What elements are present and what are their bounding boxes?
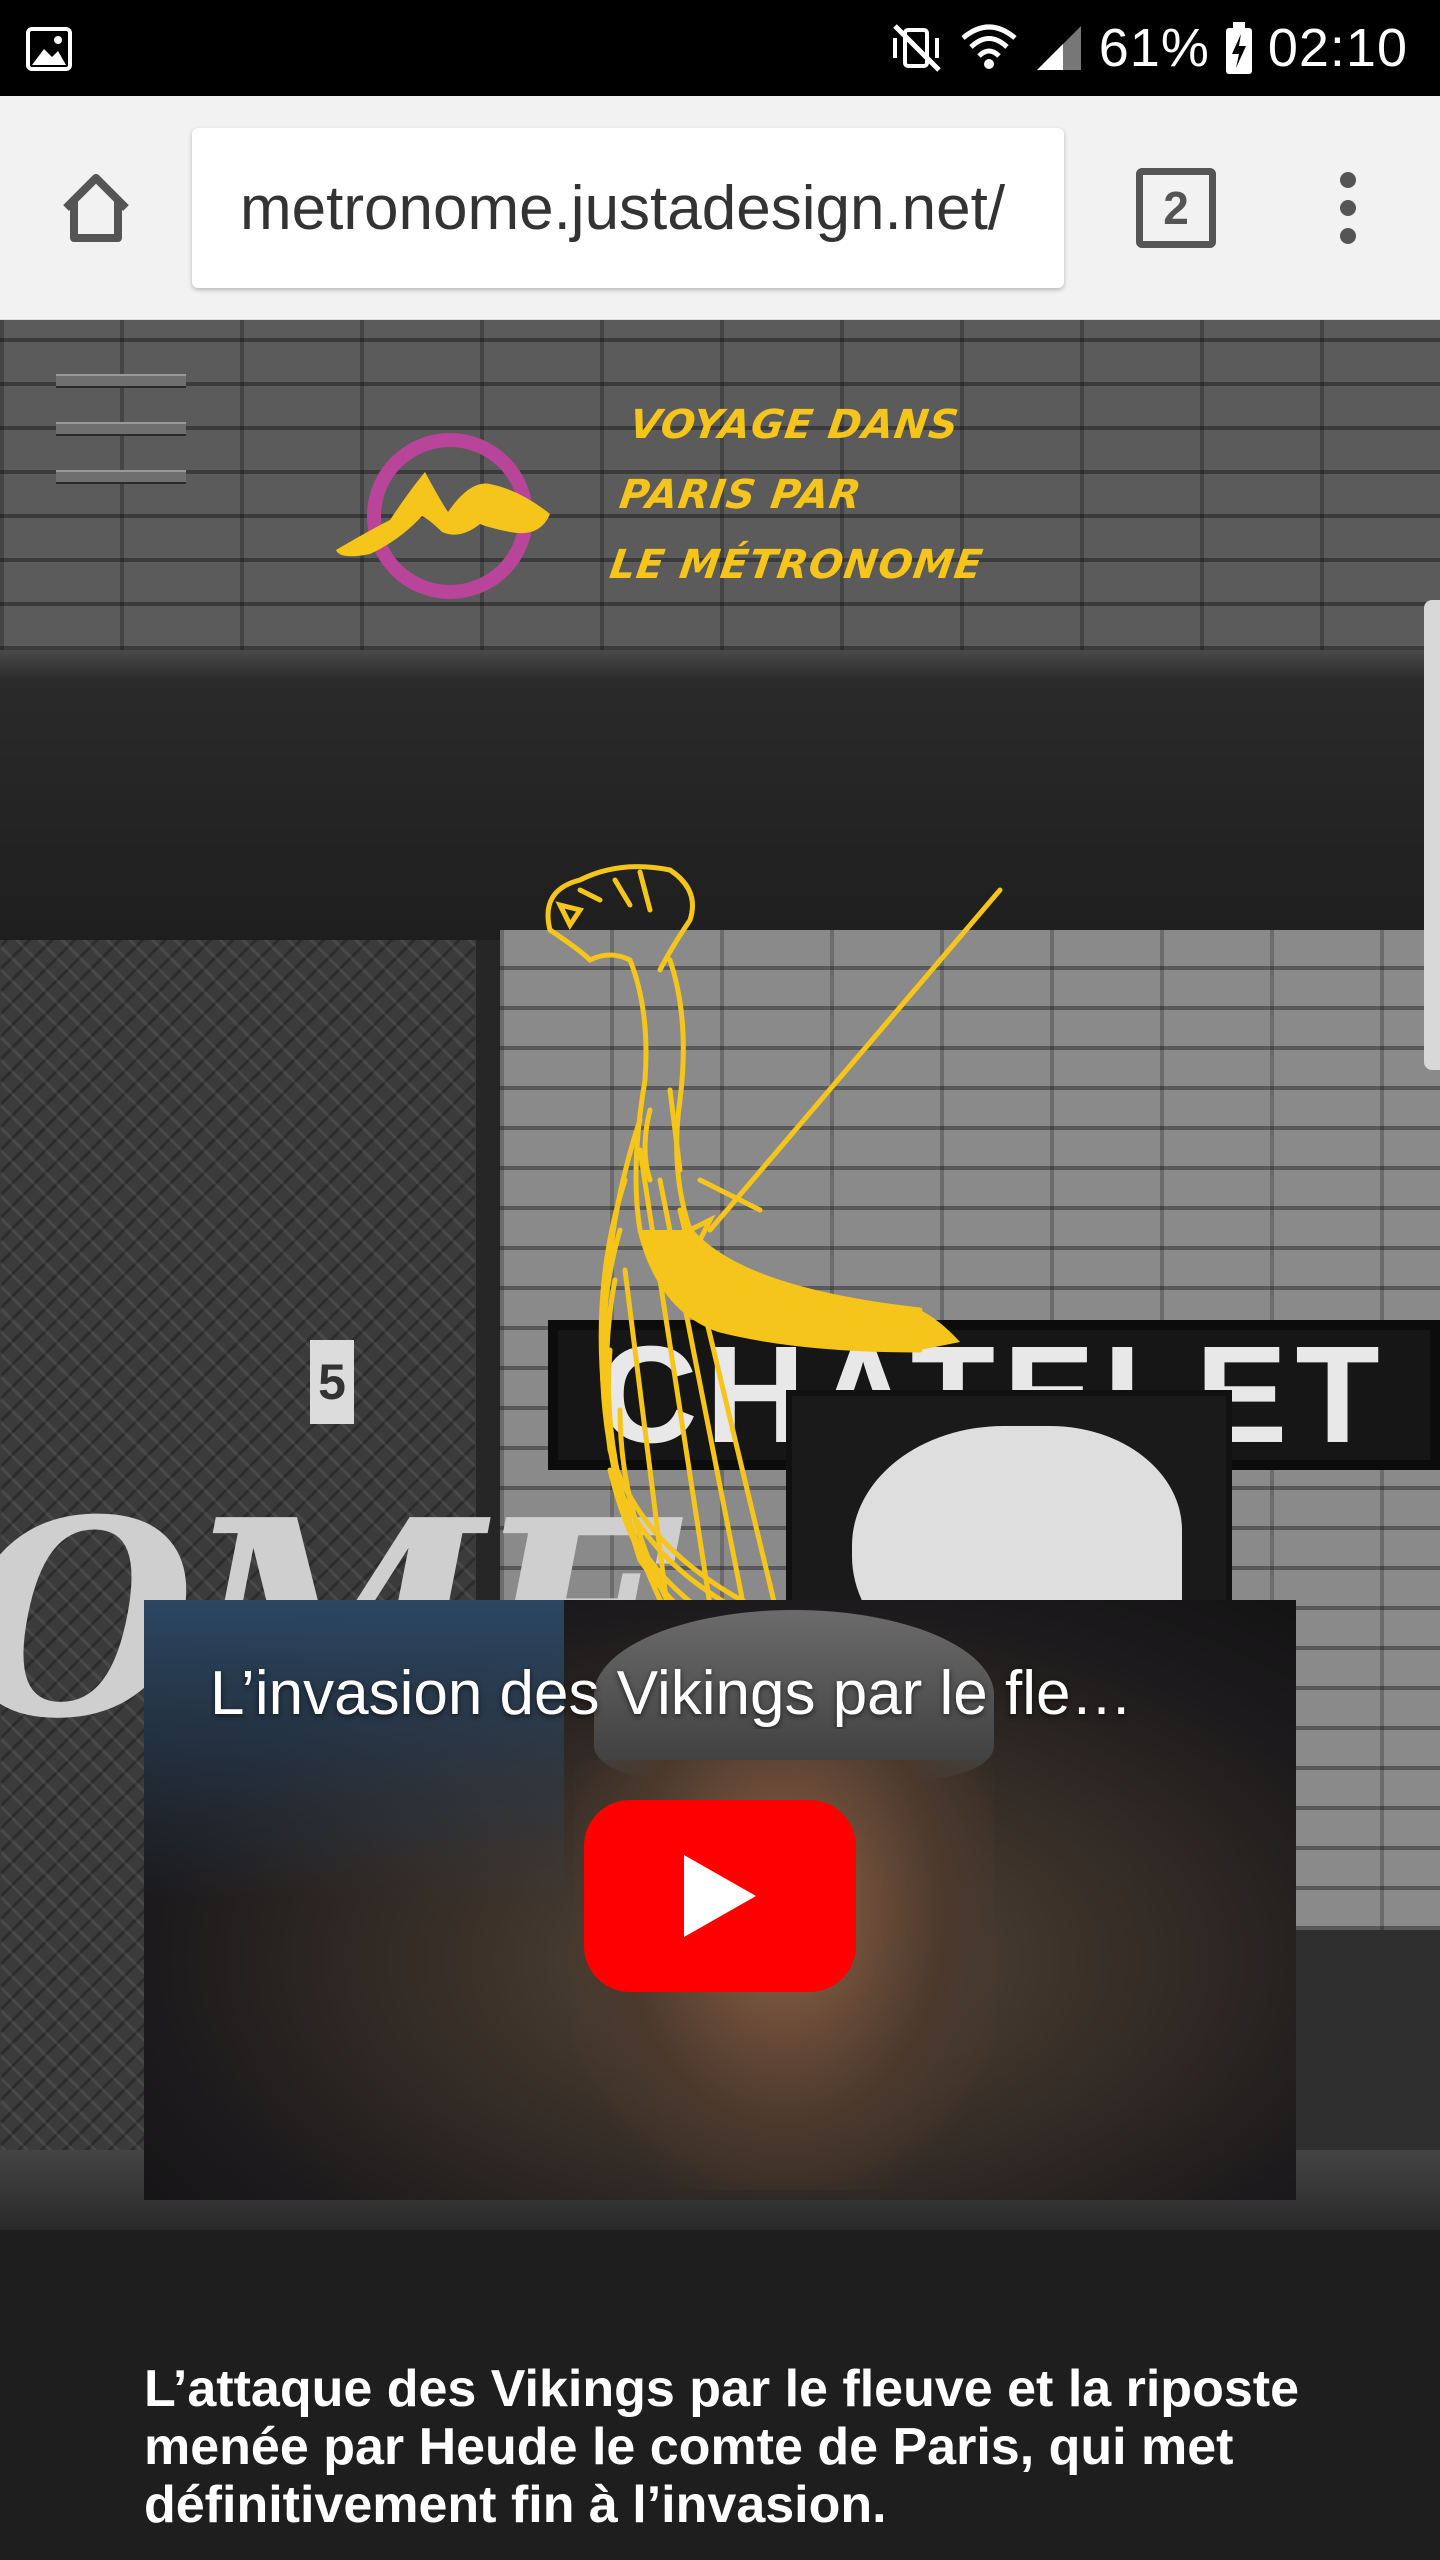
battery-percent: 61%: [1098, 18, 1210, 78]
home-button[interactable]: [48, 160, 144, 256]
status-bar: 61% 02:10: [0, 0, 1440, 96]
page-content[interactable]: 5 OME CHATELET VOYAGE DANS PARIS PAR LE …: [0, 320, 1440, 2560]
browser-toolbar: metronome.justadesign.net/ 2: [0, 96, 1440, 320]
vibrate-mute-icon: [892, 24, 941, 72]
video-thumbnail-sky: [144, 1600, 564, 1900]
play-button[interactable]: [584, 1800, 856, 1992]
tagline-line-2: PARIS PAR: [616, 472, 865, 518]
wifi-icon: [961, 24, 1017, 69]
tabs-button[interactable]: 2: [1136, 168, 1216, 248]
status-icons: 61% 02:10: [889, 0, 1408, 96]
clock: 02:10: [1267, 18, 1408, 78]
tab-count: 2: [1163, 182, 1189, 234]
hamburger-menu-button[interactable]: [56, 374, 186, 484]
overflow-menu-icon: [1340, 172, 1356, 188]
tagline-line-3: LE MÉTRONOME: [606, 542, 986, 588]
side-scroll-tab[interactable]: [1424, 600, 1440, 1070]
poster-number: 5: [310, 1340, 354, 1424]
url-text: metronome.justadesign.net/: [240, 173, 1006, 243]
site-tagline: VOYAGE DANS PARIS PAR LE MÉTRONOME: [605, 390, 1055, 600]
url-bar[interactable]: metronome.justadesign.net/: [192, 128, 1064, 288]
battery-charging-icon: [1225, 22, 1252, 74]
play-icon: [684, 1855, 756, 1937]
image-notification-icon: [26, 27, 72, 71]
hamburger-icon: [56, 374, 186, 388]
home-icon: [63, 174, 129, 242]
metronome-logo[interactable]: [330, 420, 570, 620]
youtube-video-embed[interactable]: L’invasion des Vikings par le fle…: [144, 1600, 1296, 2200]
video-caption: L’attaque des Vikings par le fleuve et l…: [144, 2360, 1299, 2534]
overflow-menu-button[interactable]: [1320, 162, 1376, 254]
tagline-line-1: VOYAGE DANS: [626, 402, 963, 448]
cell-signal-icon: [1036, 26, 1081, 70]
video-title[interactable]: L’invasion des Vikings par le fle…: [210, 1658, 1270, 1729]
